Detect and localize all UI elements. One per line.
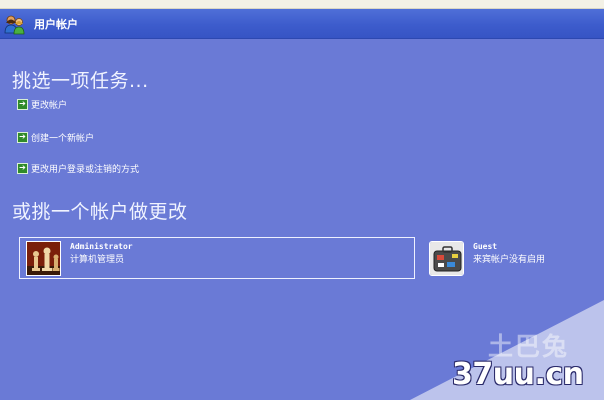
account-name: Administrator bbox=[70, 242, 133, 251]
top-strip bbox=[0, 0, 604, 9]
suitcase-icon bbox=[429, 241, 464, 276]
task-label: 更改帐户 bbox=[31, 100, 68, 111]
window-title: 用户帐户 bbox=[34, 18, 78, 31]
task-label: 创建一个新帐户 bbox=[31, 133, 95, 144]
task-change-logon[interactable]: ➔ 更改用户登录或注销的方式 bbox=[17, 161, 139, 175]
accounts-heading: 或挑一个帐户做更改 bbox=[12, 201, 188, 223]
green-arrow-icon: ➔ bbox=[17, 98, 28, 110]
green-arrow-icon: ➔ bbox=[17, 131, 28, 143]
account-guest[interactable]: Guest 来宾帐户没有启用 bbox=[424, 237, 594, 279]
tasks-heading: 挑选一项任务... bbox=[12, 70, 149, 92]
task-change-account[interactable]: ➔ 更改帐户 bbox=[17, 97, 67, 111]
account-type: 计算机管理员 bbox=[70, 255, 125, 265]
watermark-site: 37uu.cn bbox=[452, 357, 584, 392]
users-icon bbox=[4, 13, 26, 35]
green-arrow-icon: ➔ bbox=[17, 162, 28, 174]
task-create-account[interactable]: ➔ 创建一个新帐户 bbox=[17, 130, 94, 144]
account-name: Guest bbox=[473, 242, 498, 251]
task-label: 更改用户登录或注销的方式 bbox=[31, 164, 140, 175]
chess-pieces-icon bbox=[26, 241, 61, 276]
account-status: 来宾帐户没有启用 bbox=[473, 255, 546, 265]
title-bar: 用户帐户 bbox=[0, 9, 604, 39]
account-administrator[interactable]: Administrator 计算机管理员 bbox=[19, 237, 415, 279]
